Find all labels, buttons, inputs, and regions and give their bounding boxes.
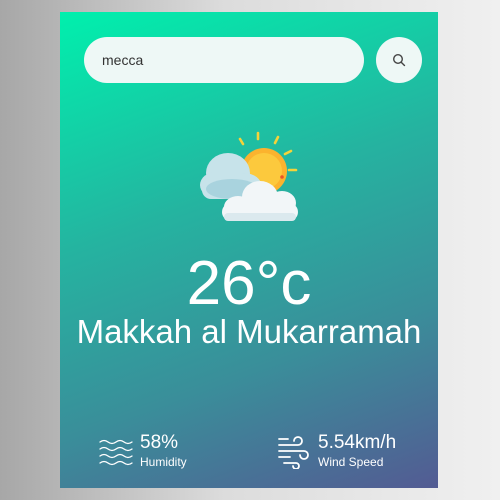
search-button[interactable] (376, 37, 422, 83)
humidity-detail: 58% Humidity (98, 430, 187, 472)
wind-icon (278, 436, 309, 469)
weather-card: 26°c Makkah al Mukarramah 58% Humidity (60, 12, 438, 488)
humidity-waves-icon (99, 439, 133, 466)
partly-cloudy-sun-icon (200, 131, 298, 221)
wind-speed-label: Wind Speed (318, 454, 384, 469)
wind-detail: 5.54km/h Wind Speed (276, 430, 396, 472)
city-name: Makkah al Mukarramah (76, 313, 422, 350)
humidity-value: 58% (140, 431, 179, 453)
search-bar (84, 37, 424, 83)
search-icon (392, 53, 406, 67)
temperature-value: 26°c (186, 249, 312, 318)
search-input[interactable] (84, 37, 364, 83)
humidity-label: Humidity (140, 454, 187, 469)
wind-speed-value: 5.54km/h (318, 431, 397, 453)
